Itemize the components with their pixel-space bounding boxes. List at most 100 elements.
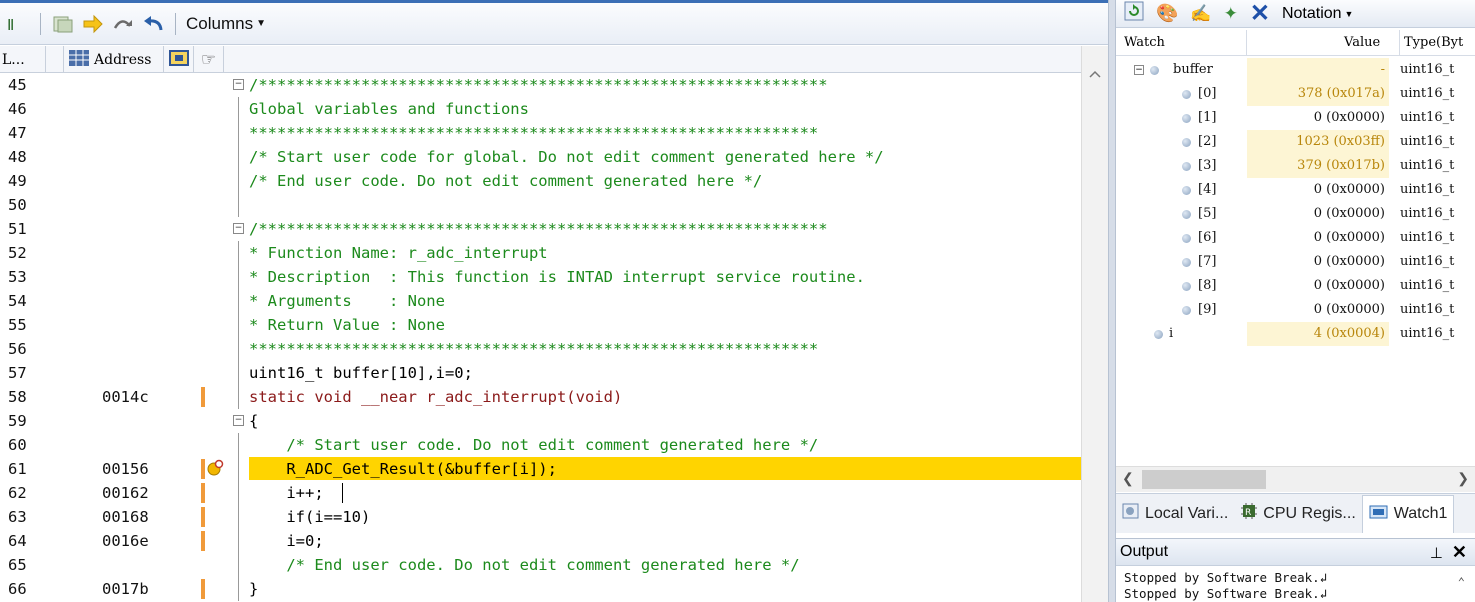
watch-row[interactable]: [3] 379 (0x017b) uint16_t [1116,154,1475,178]
scroll-up-icon[interactable]: ⌃ [1458,574,1465,590]
watch-value[interactable]: - [1247,58,1389,82]
notation-dropdown[interactable]: Notation ▼ [1282,5,1354,23]
code-line[interactable]: 51 −/************************************… [0,217,1092,241]
breakpoint-marker[interactable] [201,531,205,551]
code-line[interactable]: 65 /* End user code. Do not edit comment… [0,553,1092,577]
breakpoint-marker[interactable] [201,459,205,479]
line-column-header[interactable]: L... [0,46,46,73]
delete-icon[interactable]: ✕ [1250,0,1270,28]
code-line[interactable]: 64 0016e i=0; [0,529,1092,553]
breakpoint-marker[interactable] [201,579,205,599]
fold-toggle-icon[interactable]: − [233,415,244,426]
watch-value[interactable]: 0 (0x0000) [1247,226,1389,250]
pointer-column-header[interactable]: ☞ [194,46,224,73]
watch-row[interactable]: [2] 1023 (0x03ff) uint16_t [1116,130,1475,154]
breakpoint-marker[interactable] [201,387,205,407]
watch-icon [1369,503,1389,526]
watch-value[interactable]: 0 (0x0000) [1247,178,1389,202]
address-column-header[interactable]: Address [64,46,164,73]
code-text: Global variables and functions [249,100,529,118]
watch-value[interactable]: 378 (0x017a) [1247,82,1389,106]
code-line[interactable]: 60 /* Start user code. Do not edit comme… [0,433,1092,457]
watch-row[interactable]: i 4 (0x0004) uint16_t [1116,322,1475,346]
watch-type: uint16_t [1400,134,1455,149]
watch-type-header[interactable]: Type(Byt [1404,35,1463,50]
watch-row[interactable]: [0] 378 (0x017a) uint16_t [1116,82,1475,106]
watch-value[interactable]: 0 (0x0000) [1247,298,1389,322]
code-line[interactable]: 66 0017b} [0,577,1092,601]
watch-name-header[interactable]: Watch [1124,35,1165,50]
line-number: 60 [8,436,27,454]
code-line[interactable]: 50 [0,193,1092,217]
code-line[interactable]: 54 * Arguments : None [0,289,1092,313]
watch-row[interactable]: [9] 0 (0x0000) uint16_t [1116,298,1475,322]
undo-icon[interactable] [141,12,165,36]
code-line[interactable]: 48 /* Start user code for global. Do not … [0,145,1092,169]
code-line[interactable]: 52 * Function Name: r_adc_interrupt [0,241,1092,265]
pin-icon[interactable]: ⊥ [1430,544,1443,562]
line-address: 00156 [102,460,149,478]
watch-value-header[interactable]: Value [1344,35,1380,50]
scroll-right-icon[interactable]: ❯ [1457,470,1469,487]
close-icon[interactable]: ✕ [1452,542,1467,563]
watch-horizontal-scrollbar[interactable]: ❮ ❯ [1116,466,1475,492]
fold-toggle-icon[interactable]: − [233,79,244,90]
columns-dropdown[interactable]: Columns ▼ [186,14,266,34]
palette-icon[interactable]: 🎨 [1156,3,1178,24]
watch-row[interactable]: [5] 0 (0x0000) uint16_t [1116,202,1475,226]
watch-value[interactable]: 0 (0x0000) [1247,274,1389,298]
watch-value[interactable]: 0 (0x0000) [1247,250,1389,274]
code-line[interactable]: 53 * Description : This function is INTAD… [0,265,1092,289]
watch-value[interactable]: 0 (0x0000) [1247,202,1389,226]
code-line[interactable]: 55 * Return Value : None [0,313,1092,337]
source-icon[interactable]: Ⅱ [6,12,30,36]
refresh-icon[interactable] [1124,1,1144,26]
code-line[interactable]: 61 00156 R_ADC_Get_Result(&buffer[i]); [0,457,1092,481]
step-over-icon[interactable] [111,12,135,36]
variable-icon [1182,138,1191,147]
watch-row[interactable]: [6] 0 (0x0000) uint16_t [1116,226,1475,250]
scroll-up-icon[interactable] [1082,64,1108,84]
breakpoint-marker[interactable] [201,483,205,503]
code-line[interactable]: 47 **************************************… [0,121,1092,145]
variable-icon [1182,186,1191,195]
add-watch-icon[interactable]: ✍ [1190,4,1211,24]
watch-value[interactable]: 1023 (0x03ff) [1247,130,1389,154]
new-watch-icon[interactable]: ✦ [1224,4,1238,24]
collapse-icon[interactable]: − [1134,65,1144,75]
code-line[interactable]: 49 /* End user code. Do not edit comment … [0,169,1092,193]
watch-row[interactable]: − buffer - uint16_t [1116,58,1475,82]
pane-splitter[interactable] [1108,0,1116,602]
breakpoint-marker[interactable] [201,507,205,527]
line-number: 48 [8,148,27,166]
code-line[interactable]: 58 0014c static void __near r_adc_interrup… [0,385,1092,409]
watch-row[interactable]: [1] 0 (0x0000) uint16_t [1116,106,1475,130]
code-line[interactable]: 59 −{ [0,409,1092,433]
fold-toggle-icon[interactable]: − [233,223,244,234]
disassembly-icon[interactable] [51,12,75,36]
code-line[interactable]: 45 −/************************************… [0,73,1092,97]
watch-row[interactable]: [8] 0 (0x0000) uint16_t [1116,274,1475,298]
code-line[interactable]: 46 Global variables and functions [0,97,1092,121]
scroll-thumb[interactable] [1142,470,1266,489]
output-log[interactable]: Stopped by Software Break.↲ Stopped by S… [1116,566,1475,602]
watch-row[interactable]: [4] 0 (0x0000) uint16_t [1116,178,1475,202]
code-line[interactable]: 63 00168 if(i==10) [0,505,1092,529]
code-line[interactable]: 57 uint16_t buffer[10],i=0; [0,361,1092,385]
watch-value[interactable]: 4 (0x0004) [1247,322,1389,346]
source-code-area[interactable]: 45−/************************************… [0,73,1092,602]
editor-vertical-scrollbar[interactable] [1081,46,1108,602]
scroll-left-icon[interactable]: ❮ [1122,470,1134,487]
event-column-header[interactable] [164,46,194,73]
code-line[interactable]: 56 **************************************… [0,337,1092,361]
code-text: /* Start user code for global. Do not ed… [249,148,884,166]
watch-value[interactable]: 379 (0x017b) [1247,154,1389,178]
tab-local-variables[interactable]: Local Vari... [1116,495,1234,533]
code-line[interactable]: 62 00162 i++; [0,481,1092,505]
show-current-pc-icon[interactable] [81,12,105,36]
watch-row[interactable]: [7] 0 (0x0000) uint16_t [1116,250,1475,274]
variable-icon [1182,90,1191,99]
watch-value[interactable]: 0 (0x0000) [1247,106,1389,130]
tab-cpu-registers[interactable]: R CPU Regis... [1234,495,1361,533]
tab-watch[interactable]: Watch1 [1361,494,1455,533]
